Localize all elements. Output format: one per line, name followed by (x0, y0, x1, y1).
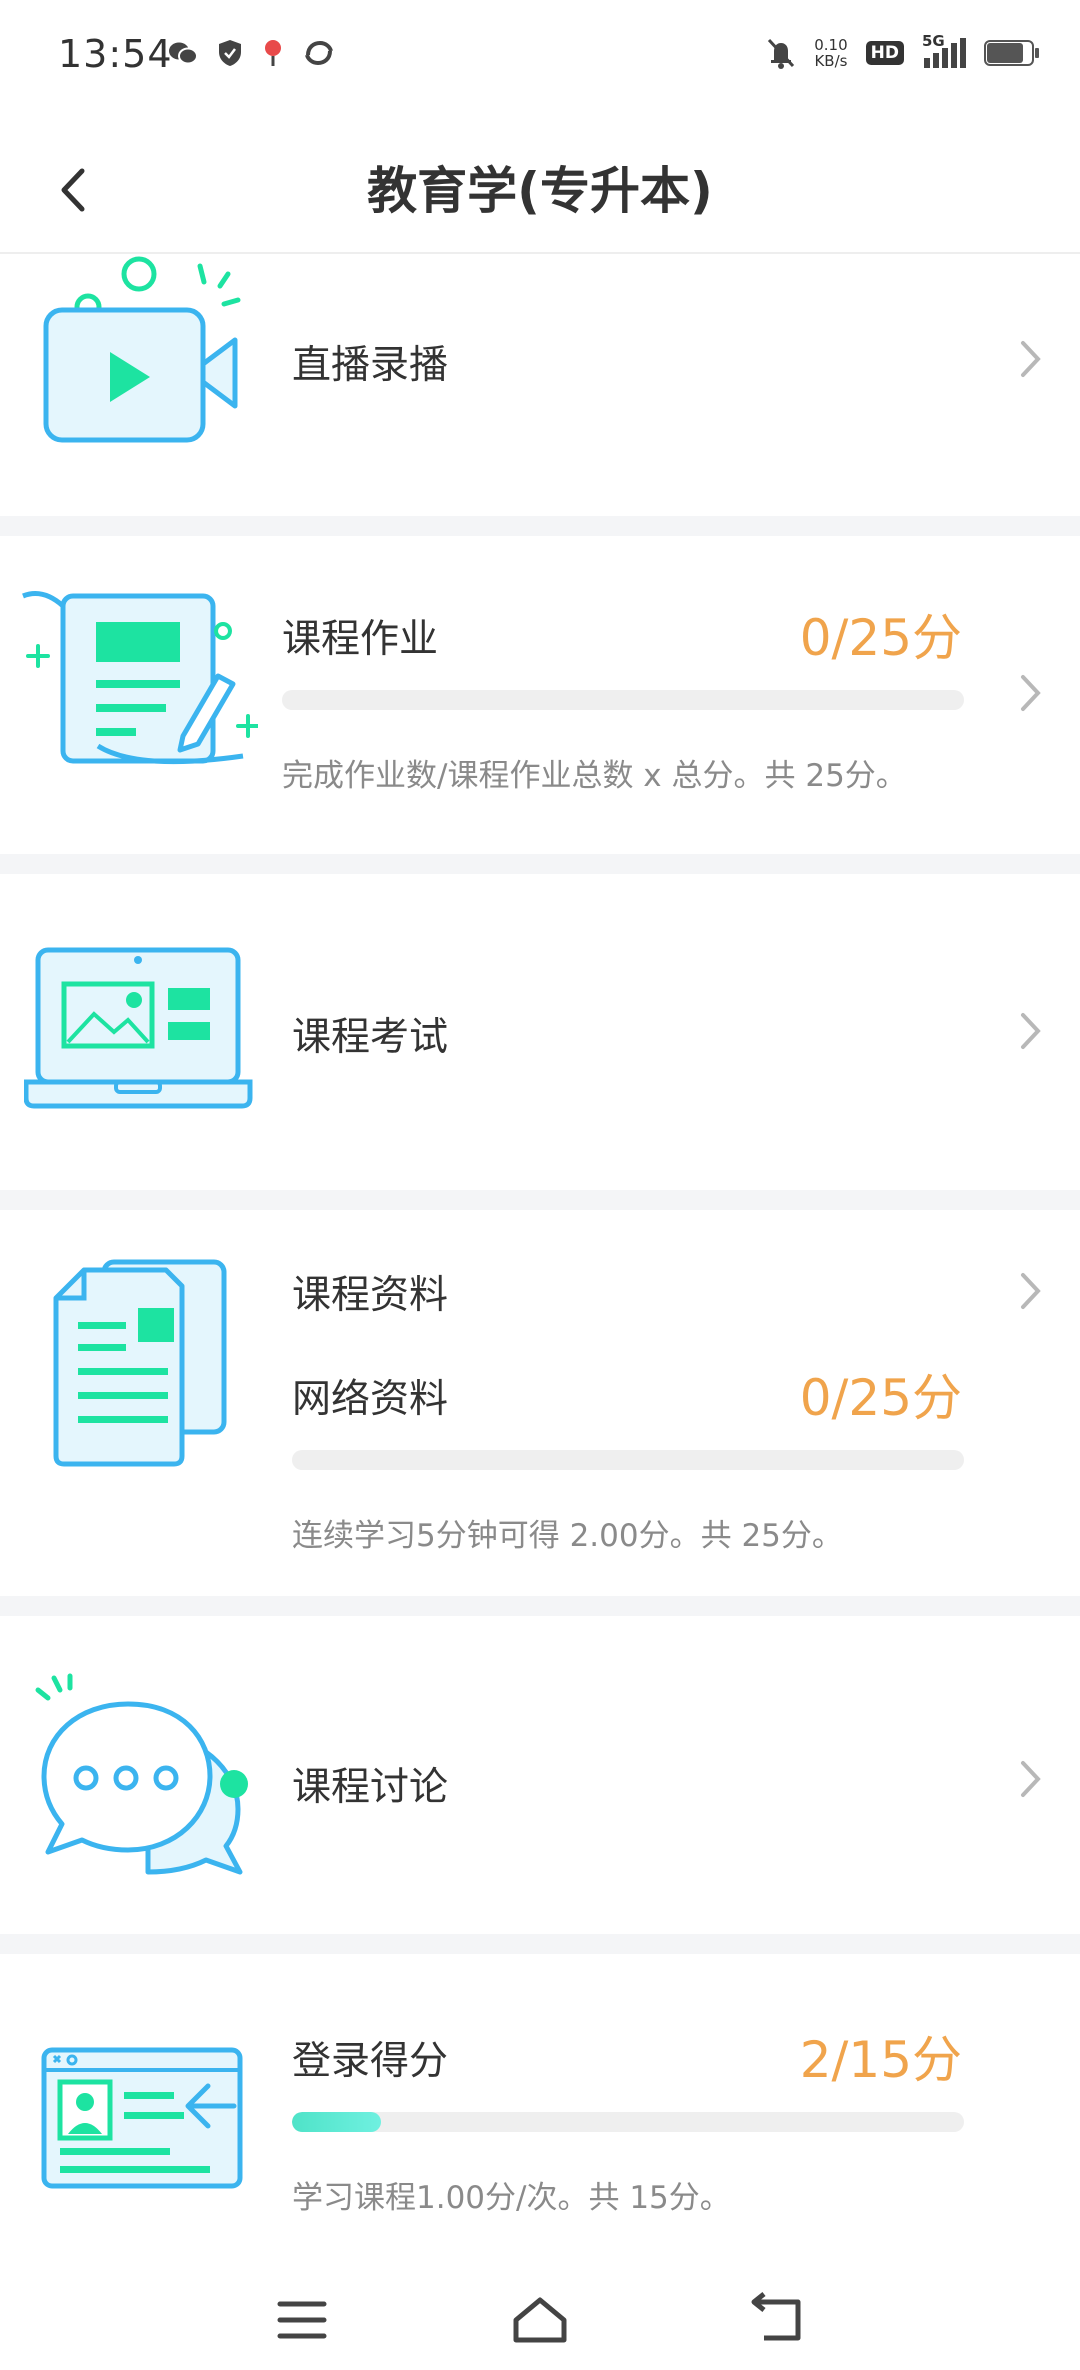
video-camera-icon (43, 256, 241, 443)
status-time: 13:54 (58, 32, 173, 76)
documents-icon (53, 1259, 227, 1467)
shield-icon (219, 40, 241, 66)
login-description: 学习课程1.00分/次。共 15分。 (292, 2180, 731, 2216)
live-recording-label: 直播录播 (292, 343, 449, 388)
exam-label: 课程考试 (292, 1015, 449, 1060)
page-title: 教育学(专升本) (367, 162, 713, 220)
login-progress-bar (292, 2112, 964, 2132)
materials-label: 课程资料 (292, 1273, 449, 1318)
mute-bell-icon (768, 38, 795, 69)
live-recording-row[interactable]: 直播录播 (0, 254, 1080, 516)
laptop-icon (24, 947, 253, 1109)
wechat-icon (169, 42, 198, 65)
back-nav-button[interactable] (748, 2292, 808, 2348)
discussion-label: 课程讨论 (292, 1765, 449, 1810)
section-divider (0, 1934, 1080, 1954)
materials-score: 0/25分 (799, 1369, 962, 1427)
sync-icon (305, 40, 333, 66)
chevron-right-icon (1021, 1761, 1041, 1797)
signal-indicator: 5G (922, 32, 966, 70)
net-speed-unit: KB/s (814, 52, 848, 70)
materials-row[interactable]: 课程资料 网络资料 0/25分 连续学习5分钟可得 2.00分。共 25分。 (0, 1210, 1080, 1596)
top-app-bar: 教育学(专升本) (0, 115, 1080, 254)
login-progress-fill (292, 2112, 382, 2132)
exam-row[interactable]: 课程考试 (0, 874, 1080, 1190)
login-score: 2/15分 (799, 2031, 962, 2089)
materials-description: 连续学习5分钟可得 2.00分。共 25分。 (292, 1518, 843, 1554)
location-pin-icon (265, 40, 281, 66)
chevron-right-icon (1021, 1013, 1041, 1049)
home-nav-button[interactable] (510, 2292, 570, 2348)
signal-bars-icon (924, 38, 966, 68)
chat-bubble-icon (35, 1673, 248, 1875)
login-card-icon (41, 2047, 243, 2189)
chevron-right-icon (1021, 341, 1041, 377)
menu-nav-button[interactable] (272, 2292, 332, 2348)
net-speed-value: 0.10 (814, 36, 848, 54)
chevron-right-icon (1021, 1273, 1041, 1309)
login-score-label: 登录得分 (292, 2039, 449, 2084)
homework-label: 课程作业 (282, 617, 439, 662)
login-score-row: 登录得分 2/15分 学习课程1.00分/次。共 15分。 (0, 1954, 1080, 2264)
return-icon (751, 2292, 801, 2341)
homework-score: 0/25分 (799, 609, 962, 667)
status-bar: 13:54 0.10 KB/s HD 5G (0, 0, 1080, 115)
homework-description: 完成作业数/课程作业总数 x 总分。共 25分。 (282, 758, 907, 794)
home-icon (513, 2297, 567, 2343)
section-divider (0, 516, 1080, 536)
section-divider (0, 854, 1080, 874)
system-icons: 0.10 KB/s HD 5G (766, 32, 1040, 70)
net-speed: 0.10 KB/s (814, 37, 847, 69)
homework-row[interactable]: 课程作业 0/25分 完成作业数/课程作业总数 x 总分。共 25分。 (0, 536, 1080, 854)
homework-scroll-icon (22, 591, 258, 765)
system-navigation-bar (0, 2270, 1080, 2370)
homework-progress-bar (282, 690, 964, 710)
notification-icons (168, 38, 334, 68)
online-materials-label: 网络资料 (292, 1377, 449, 1422)
hd-badge: HD (865, 41, 904, 65)
discussion-row[interactable]: 课程讨论 (0, 1616, 1080, 1934)
section-divider (0, 1596, 1080, 1616)
chevron-right-icon (1021, 675, 1041, 711)
menu-icon (277, 2301, 327, 2339)
battery-icon (984, 40, 1039, 66)
materials-progress-bar (292, 1450, 964, 1470)
section-divider (0, 1190, 1080, 1210)
